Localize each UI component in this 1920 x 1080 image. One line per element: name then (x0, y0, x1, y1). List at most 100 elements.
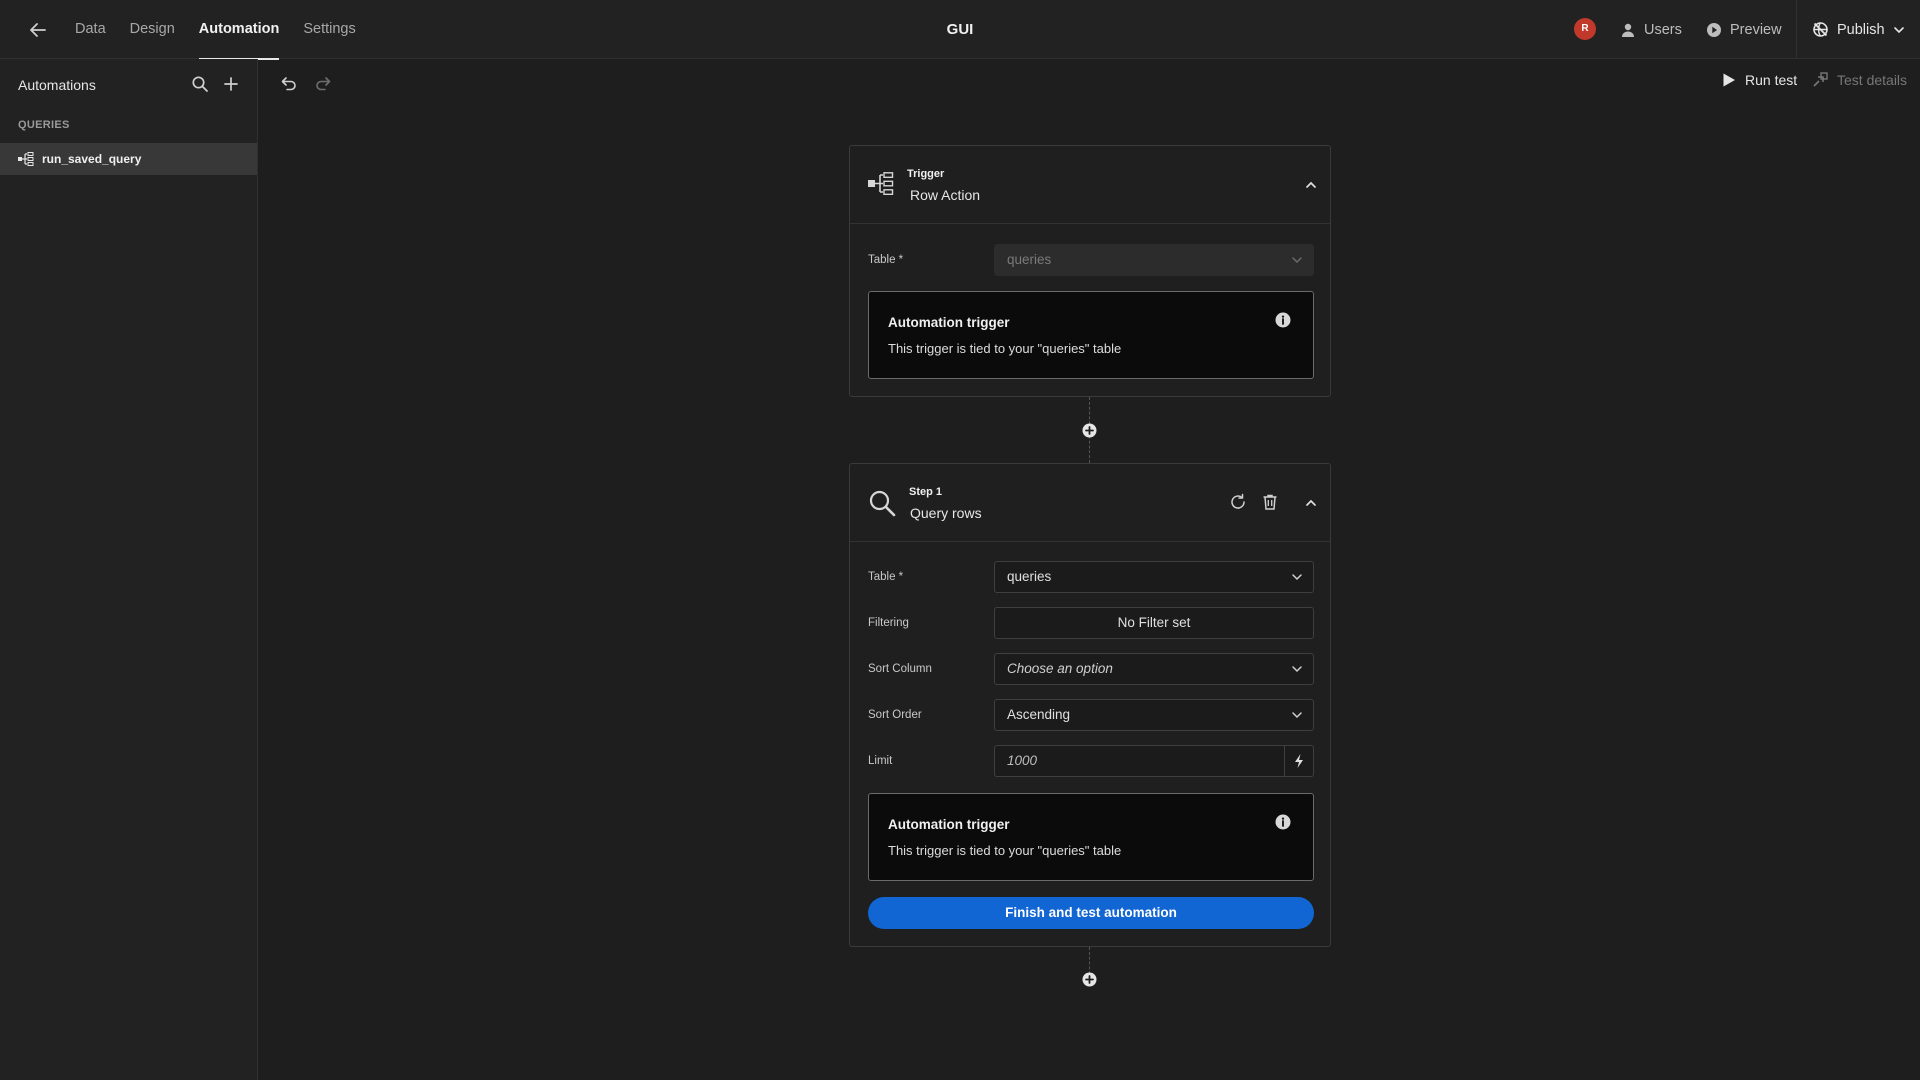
step-table-field: Table * queries (868, 561, 1314, 593)
step-block: Step 1 Query rows Table * queries Filter… (849, 463, 1331, 947)
limit-input[interactable]: 1000 (994, 745, 1284, 777)
step-info-box: Automation trigger This trigger is tied … (868, 793, 1314, 881)
sort-column-field: Sort Column Choose an option (868, 653, 1314, 685)
sidebar-title: Automations (18, 77, 96, 93)
add-automation-button[interactable] (222, 75, 240, 93)
refresh-button[interactable] (1229, 493, 1247, 511)
main-nav: Data Design Automation Settings (75, 0, 380, 60)
plus-circle-icon (1082, 423, 1097, 438)
arrow-left-icon (30, 23, 46, 37)
trigger-block: Trigger Row Action Table * queries Autom… (849, 145, 1331, 397)
info-text: This trigger is tied to your "queries" t… (888, 341, 1122, 356)
back-button[interactable] (27, 19, 49, 41)
field-label: Filtering (868, 617, 909, 629)
add-step-button[interactable] (1082, 972, 1097, 987)
sort-column-select[interactable]: Choose an option (994, 653, 1314, 685)
field-label: Sort Column (868, 663, 932, 675)
test-details-icon (1813, 72, 1828, 87)
play-icon (1723, 73, 1735, 87)
sidebar: Automations QUERIES run_saved_query (0, 59, 258, 1080)
sort-order-field: Sort Order Ascending (868, 699, 1314, 731)
avatar[interactable]: R (1574, 18, 1596, 40)
step-header[interactable]: Step 1 Query rows (850, 464, 1330, 542)
info-title: Automation trigger (888, 315, 1010, 330)
publish-label: Publish (1837, 21, 1885, 38)
binding-button[interactable] (1284, 745, 1314, 777)
field-label: Limit (868, 755, 893, 767)
test-details-label: Test details (1837, 72, 1908, 88)
sidebar-section-queries: QUERIES (18, 119, 70, 131)
divider (1796, 0, 1797, 59)
field-label: Table * (868, 254, 904, 266)
chevron-up-icon (1306, 181, 1316, 188)
magnifier-icon (869, 490, 896, 517)
undo-button[interactable] (280, 74, 298, 92)
info-text: This trigger is tied to your "queries" t… (888, 843, 1122, 858)
info-title: Automation trigger (888, 817, 1010, 832)
select-placeholder: Choose an option (1007, 661, 1113, 676)
redo-icon (316, 77, 331, 91)
tab-settings[interactable]: Settings (303, 0, 355, 59)
field-label: Table * (868, 571, 904, 583)
search-button[interactable] (191, 75, 209, 93)
sort-order-select[interactable]: Ascending (994, 699, 1314, 731)
user-icon (1622, 23, 1634, 37)
collapse-button[interactable] (1303, 495, 1319, 511)
info-icon (1275, 312, 1291, 328)
sidebar-item-run-saved-query[interactable]: run_saved_query (0, 143, 257, 175)
trigger-kicker: Trigger (907, 168, 945, 180)
delete-button[interactable] (1261, 493, 1279, 511)
field-label: Sort Order (868, 709, 922, 721)
chevron-up-icon (1306, 499, 1316, 506)
collapse-button[interactable] (1303, 177, 1319, 193)
step-name: Query rows (910, 505, 982, 521)
search-icon (192, 76, 208, 92)
preview-button[interactable]: Preview (1706, 0, 1782, 59)
trigger-table-field: Table * queries (868, 244, 1314, 276)
chevron-down-icon (1893, 26, 1904, 33)
chevron-down-icon (1292, 257, 1302, 264)
publish-button[interactable]: Publish (1812, 0, 1905, 59)
test-details-button[interactable]: Test details (1812, 72, 1907, 88)
filter-value: No Filter set (1117, 615, 1191, 630)
refresh-icon (1231, 493, 1245, 509)
trigger-header[interactable]: Trigger Row Action (850, 146, 1330, 224)
plus-icon (224, 77, 238, 91)
redo-button[interactable] (314, 74, 332, 92)
trigger-table-select[interactable]: queries (994, 244, 1314, 276)
trash-icon (1263, 494, 1277, 510)
run-test-label: Run test (1745, 72, 1798, 88)
plus-circle-icon (1082, 972, 1097, 987)
trigger-info-box: Automation trigger This trigger is tied … (868, 291, 1314, 379)
undo-icon (281, 77, 296, 91)
info-icon (1275, 814, 1291, 830)
select-value: Ascending (1007, 707, 1071, 722)
limit-field: Limit 1000 (868, 745, 1314, 777)
step-kicker: Step 1 (909, 486, 943, 498)
chevron-down-icon (1292, 574, 1302, 581)
run-test-button[interactable]: Run test (1722, 72, 1797, 88)
users-button[interactable]: Users (1620, 0, 1682, 59)
filter-button[interactable]: No Filter set (994, 607, 1314, 639)
finish-and-test-button[interactable]: Finish and test automation (868, 897, 1314, 929)
globe-strike-icon (1813, 22, 1828, 37)
chevron-down-icon (1292, 666, 1302, 673)
tab-design[interactable]: Design (130, 0, 175, 59)
table-select[interactable]: queries (994, 561, 1314, 593)
select-value: queries (1007, 252, 1052, 267)
chevron-down-icon (1292, 712, 1302, 719)
preview-label: Preview (1730, 21, 1782, 38)
lightning-icon (1295, 754, 1303, 768)
users-label: Users (1644, 21, 1682, 38)
top-bar: Data Design Automation Settings GUI R Us… (0, 0, 1920, 60)
tree-structure-icon (18, 152, 34, 166)
select-value: queries (1007, 569, 1052, 584)
add-step-button[interactable] (1082, 423, 1097, 438)
trigger-name: Row Action (910, 187, 981, 203)
tree-structure-icon (868, 172, 894, 195)
tab-automation[interactable]: Automation (198, 0, 279, 60)
sidebar-item-label: run_saved_query (42, 152, 142, 166)
filtering-field: Filtering No Filter set (868, 607, 1314, 639)
tab-data[interactable]: Data (75, 0, 106, 59)
play-circle-icon (1707, 22, 1721, 37)
